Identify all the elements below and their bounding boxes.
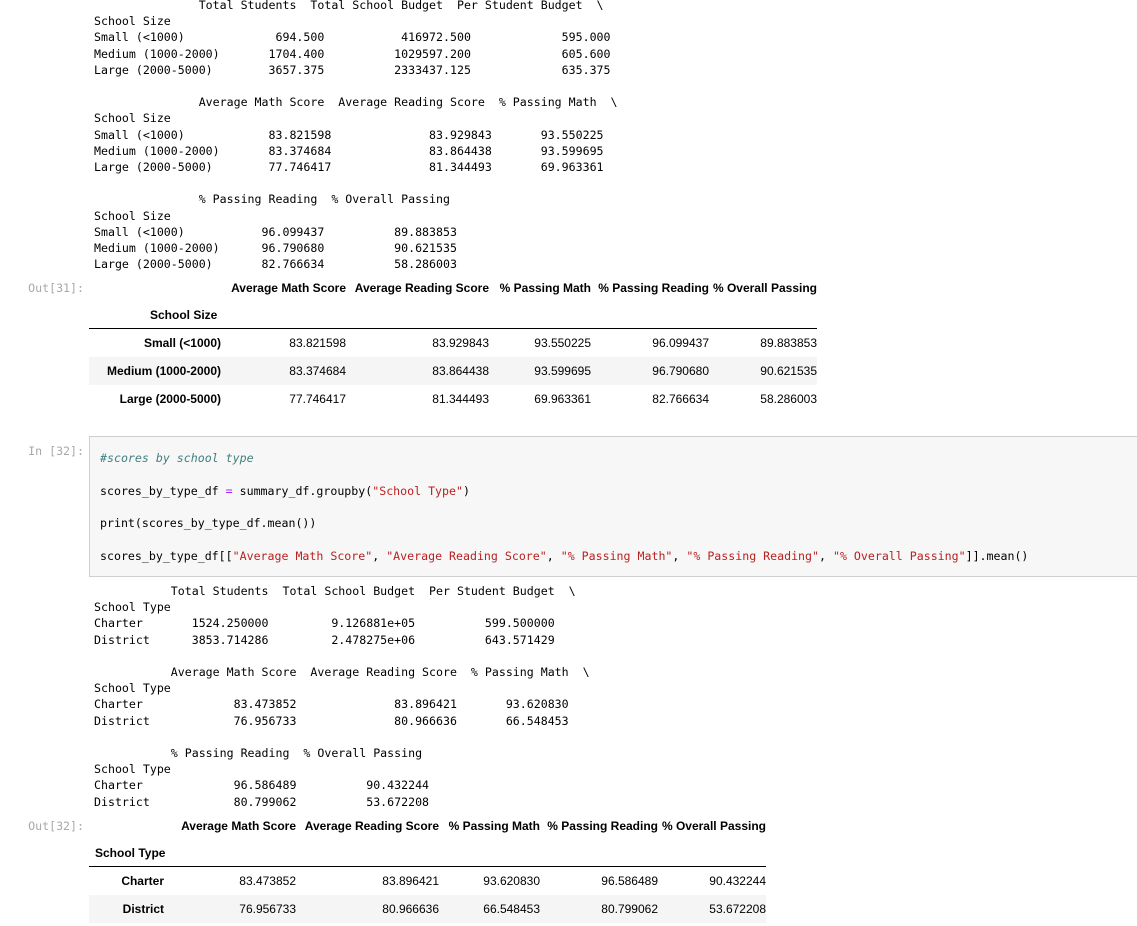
code-string: "% Passing Reading" bbox=[686, 549, 819, 563]
out32-dataframe: Average Math Score Average Reading Score… bbox=[89, 812, 766, 923]
table-cell: 93.599695 bbox=[534, 363, 591, 378]
table-cell: 69.963361 bbox=[534, 391, 591, 406]
code-comment: #scores by school type bbox=[100, 451, 254, 465]
table-cell: 80.799062 bbox=[601, 901, 658, 916]
col-header: % Passing Math bbox=[448, 818, 540, 833]
table-cell: 83.821598 bbox=[289, 335, 346, 350]
table-cell: 76.956733 bbox=[239, 901, 296, 916]
table-cell: 83.929843 bbox=[432, 335, 489, 350]
code-string: "% Passing Math" bbox=[560, 549, 673, 563]
table-cell: 83.473852 bbox=[239, 873, 296, 888]
code-line-groupby: scores_by_type_df = summary_df.groupby("… bbox=[100, 483, 470, 499]
table-cell: 93.620830 bbox=[483, 873, 540, 888]
row-index: Small (<1000) bbox=[143, 335, 221, 350]
out32-prompt: Out[32]: bbox=[28, 819, 84, 833]
code-token: , bbox=[672, 549, 687, 563]
code-line-select: scores_by_type_df[["Average Math Score",… bbox=[100, 548, 1028, 564]
table-cell: 83.864438 bbox=[432, 363, 489, 378]
table-row: Medium (1000-2000) 83.374684 83.864438 9… bbox=[89, 356, 817, 385]
row-index: Charter bbox=[121, 873, 164, 888]
code-operator: = bbox=[225, 484, 233, 498]
code-token: summary_df.groupby( bbox=[232, 484, 373, 498]
col-header: % Passing Math bbox=[499, 280, 591, 295]
code-token: , bbox=[546, 549, 561, 563]
code-string: "Average Reading Score" bbox=[386, 549, 547, 563]
table-cell: 96.790680 bbox=[652, 363, 709, 378]
table-cell: 58.286003 bbox=[760, 391, 817, 406]
code-string: "School Type" bbox=[372, 484, 463, 498]
col-header: Average Math Score bbox=[231, 280, 346, 295]
code-token: ]].mean() bbox=[965, 549, 1029, 563]
table-cell: 66.548453 bbox=[483, 901, 540, 916]
table-cell: 82.766634 bbox=[652, 391, 709, 406]
corner-cell bbox=[89, 812, 170, 839]
col-header: % Overall Passing bbox=[661, 818, 766, 833]
col-header: % Passing Reading bbox=[547, 818, 658, 833]
table-cell: 53.672208 bbox=[709, 901, 766, 916]
index-name: School Size bbox=[89, 301, 221, 329]
out31-prompt: Out[31]: bbox=[28, 281, 84, 295]
col-header: Average Reading Score bbox=[354, 280, 489, 295]
code-token: scores_by_type_df bbox=[100, 484, 226, 498]
table-cell: 90.432244 bbox=[709, 873, 766, 888]
code-line-print: print(scores_by_type_df.mean()) bbox=[100, 515, 316, 531]
out31-stdout: Total Students Total School Budget Per S… bbox=[94, 0, 618, 272]
col-header: Average Math Score bbox=[181, 818, 296, 833]
row-index: District bbox=[122, 901, 164, 916]
index-name: School Type bbox=[89, 839, 170, 867]
code-token: ) bbox=[462, 484, 470, 498]
col-header: % Passing Reading bbox=[598, 280, 709, 295]
table-row: Small (<1000) 83.821598 83.929843 93.550… bbox=[89, 329, 817, 357]
row-index: Medium (1000-2000) bbox=[106, 363, 221, 378]
table-cell: 96.586489 bbox=[601, 873, 658, 888]
code-token: scores_by_type_df[[ bbox=[100, 549, 233, 563]
col-header: % Overall Passing bbox=[712, 280, 817, 295]
code-token: print(scores_by_type_df.mean()) bbox=[100, 516, 317, 530]
table-cell: 90.621535 bbox=[760, 363, 817, 378]
code-token: , bbox=[372, 549, 387, 563]
table-row: Large (2000-5000) 77.746417 81.344493 69… bbox=[89, 385, 817, 413]
code-line-comment: #scores by school type bbox=[100, 450, 254, 466]
row-index: Large (2000-5000) bbox=[119, 391, 221, 406]
corner-cell bbox=[89, 274, 221, 301]
table-cell: 96.099437 bbox=[652, 335, 709, 350]
table-cell: 80.966636 bbox=[382, 901, 439, 916]
col-header: Average Reading Score bbox=[304, 818, 439, 833]
code-string: "Average Math Score" bbox=[232, 549, 373, 563]
out32-stdout: Total Students Total School Budget Per S… bbox=[94, 584, 590, 809]
table-cell: 93.550225 bbox=[534, 335, 591, 350]
table-cell: 83.896421 bbox=[382, 873, 439, 888]
in32-prompt: In [32]: bbox=[28, 444, 84, 458]
table-row: District 76.956733 80.966636 66.548453 8… bbox=[89, 894, 766, 923]
code-string: "% Overall Passing" bbox=[832, 549, 966, 563]
table-row: Charter 83.473852 83.896421 93.620830 96… bbox=[89, 867, 766, 895]
code-token: , bbox=[819, 549, 833, 563]
table-cell: 89.883853 bbox=[760, 335, 817, 350]
table-cell: 83.374684 bbox=[289, 363, 346, 378]
table-cell: 81.344493 bbox=[432, 391, 489, 406]
out31-dataframe: Average Math Score Average Reading Score… bbox=[89, 274, 817, 413]
table-cell: 77.746417 bbox=[289, 391, 346, 406]
